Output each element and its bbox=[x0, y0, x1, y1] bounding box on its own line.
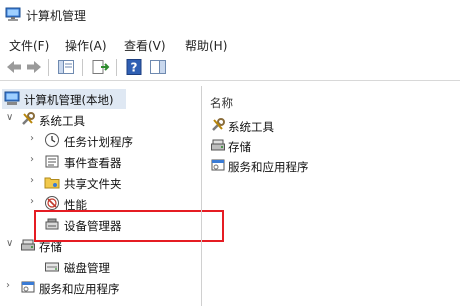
performance-icon bbox=[45, 196, 59, 210]
tree-item-shared-folders[interactable]: › 共享文件夹 bbox=[0, 173, 200, 193]
highlight-annotation-box bbox=[34, 210, 224, 242]
services-icon bbox=[211, 159, 225, 171]
toolbar: ? bbox=[0, 56, 460, 81]
menu-action[interactable]: 操作(A) bbox=[65, 37, 107, 54]
menu-view[interactable]: 查看(V) bbox=[124, 37, 166, 54]
chevron-right-icon[interactable]: › bbox=[30, 134, 40, 144]
tree-item-label: 任务计划程序 bbox=[64, 135, 133, 149]
menu-file[interactable]: 文件(F) bbox=[9, 37, 49, 54]
back-arrow-icon[interactable] bbox=[4, 58, 24, 76]
chevron-down-icon[interactable]: ∨ bbox=[6, 239, 16, 249]
tree-item-event-viewer[interactable]: › 事件查看器 bbox=[0, 152, 200, 172]
clock-icon bbox=[45, 133, 59, 147]
shared-folder-icon bbox=[44, 177, 60, 189]
tree-item-label: 服务和应用程序 bbox=[39, 282, 120, 296]
show-hide-action-pane-icon[interactable] bbox=[148, 58, 168, 76]
chevron-down-icon[interactable]: ∨ bbox=[6, 113, 16, 123]
title-bar: 计算机管理 bbox=[0, 0, 460, 30]
toolbar-separator bbox=[116, 59, 117, 76]
tree-item-label: 磁盘管理 bbox=[64, 261, 110, 275]
svg-text:?: ? bbox=[131, 61, 138, 75]
menu-bar: 文件(F) 操作(A) 查看(V) 帮助(H) bbox=[0, 34, 460, 56]
tree-item-label: 共享文件夹 bbox=[64, 177, 122, 191]
disk-management-icon bbox=[45, 262, 59, 272]
menu-help[interactable]: 帮助(H) bbox=[185, 37, 227, 54]
tree-item-label: 计算机管理(本地) bbox=[24, 93, 114, 107]
details-pane: 名称 系统工具 存储 服务和应用程序 bbox=[202, 86, 460, 306]
column-header-name[interactable]: 名称 bbox=[210, 95, 233, 111]
window-title: 计算机管理 bbox=[26, 9, 87, 23]
chevron-right-icon[interactable]: › bbox=[30, 155, 40, 165]
tree-item-disk-management[interactable]: 磁盘管理 bbox=[0, 257, 200, 277]
tree-item-system-tools[interactable]: ∨ 系统工具 bbox=[0, 110, 200, 130]
list-item-label: 存储 bbox=[228, 140, 251, 154]
chevron-right-icon[interactable]: › bbox=[30, 197, 40, 207]
tree-item-computer-management-local[interactable]: 计算机管理(本地) bbox=[2, 89, 126, 109]
chevron-right-icon[interactable]: › bbox=[30, 176, 40, 186]
computer-management-icon bbox=[5, 7, 21, 21]
forward-arrow-icon[interactable] bbox=[24, 58, 44, 76]
list-item-label: 服务和应用程序 bbox=[228, 160, 309, 174]
chevron-right-icon[interactable]: › bbox=[6, 281, 16, 291]
help-icon[interactable]: ? bbox=[124, 58, 144, 76]
tree-item-label: 事件查看器 bbox=[64, 156, 122, 170]
tree-item-label: 系统工具 bbox=[39, 114, 85, 128]
toolbar-separator bbox=[48, 59, 49, 76]
toolbar-separator bbox=[82, 59, 83, 76]
export-list-icon[interactable] bbox=[90, 58, 110, 76]
tree-item-services-and-applications[interactable]: › 服务和应用程序 bbox=[0, 278, 200, 298]
system-tools-icon bbox=[22, 112, 35, 125]
console-tree: 计算机管理(本地) ∨ 系统工具 › 任务计划程序 › 事件查看器 › 共享文件… bbox=[0, 86, 201, 306]
system-tools-icon bbox=[212, 118, 225, 131]
storage-icon bbox=[211, 139, 225, 151]
event-viewer-icon bbox=[45, 155, 59, 168]
computer-management-icon bbox=[4, 91, 20, 105]
list-item-label: 系统工具 bbox=[228, 120, 274, 134]
tree-item-task-scheduler[interactable]: › 任务计划程序 bbox=[0, 131, 200, 151]
show-hide-console-tree-icon[interactable] bbox=[56, 58, 76, 76]
services-icon bbox=[21, 281, 35, 293]
